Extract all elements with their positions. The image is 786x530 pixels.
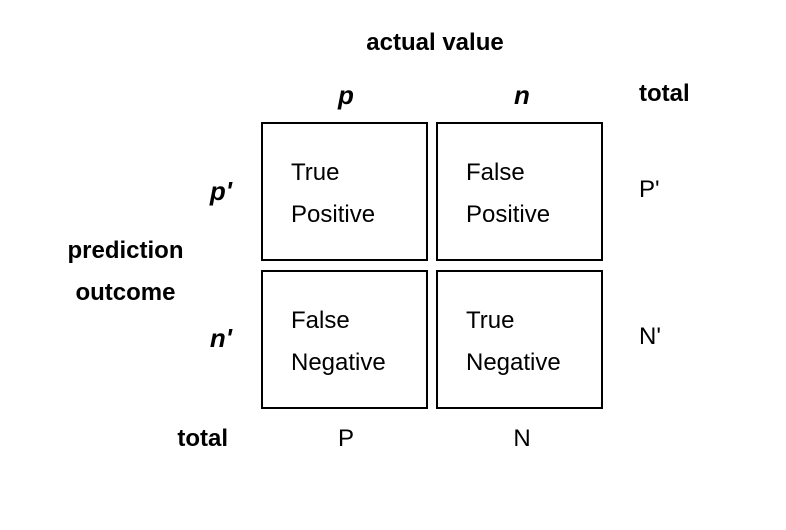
row-header-p-prime: p' [209, 176, 232, 206]
bottom-total-label: total [177, 425, 228, 452]
row-header-n-prime: n' [209, 323, 232, 353]
prediction-outcome-title: prediction outcome [48, 230, 203, 314]
bottom-total-n: N [513, 425, 531, 452]
prediction-outcome-title-line2: outcome [75, 279, 176, 306]
cell-true-positive: True Positive [261, 122, 428, 261]
column-header-p: p [338, 80, 354, 110]
row-total-n-prime: N' [639, 323, 661, 350]
column-header-n: n [514, 80, 530, 110]
cell-false-positive-line2: Positive [466, 201, 551, 228]
cell-false-negative-line2: Negative [291, 349, 386, 376]
cell-true-negative-line2: Negative [466, 349, 561, 376]
cell-true-positive-line2: Positive [291, 201, 376, 228]
cell-true-negative-line1: True [466, 307, 515, 334]
actual-value-title: actual value [366, 29, 504, 56]
column-header-total: total [639, 80, 690, 107]
bottom-total-p: P [337, 425, 354, 452]
cell-false-positive: False Positive [436, 122, 603, 261]
cell-false-negative: False Negative [261, 270, 428, 409]
cell-true-negative: True Negative [436, 270, 603, 409]
row-total-p-prime: P' [639, 176, 660, 203]
prediction-outcome-title-line1: prediction [67, 237, 184, 264]
cell-false-positive-line1: False [466, 159, 525, 186]
cell-false-negative-line1: False [291, 307, 350, 334]
cell-true-positive-line1: True [291, 159, 340, 186]
